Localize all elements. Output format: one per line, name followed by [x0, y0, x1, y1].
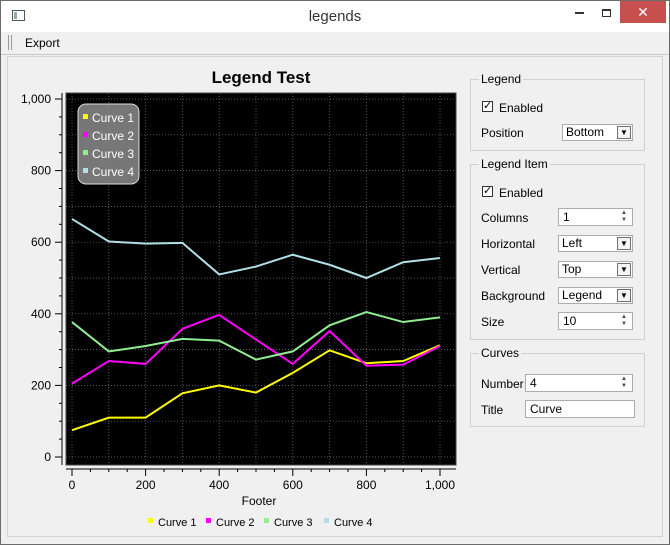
y-tick-label: 0 — [44, 450, 51, 464]
background-select[interactable]: Legend ▼ — [558, 287, 633, 304]
title-label: Title — [481, 403, 504, 417]
columns-label: Columns — [481, 211, 529, 225]
spin-up-icon[interactable]: ▲ — [617, 376, 631, 383]
inner-legend-swatch — [83, 168, 88, 173]
outer-legend-label: Curve 3 — [274, 517, 313, 529]
size-label: Size — [481, 315, 505, 329]
curve-title-input[interactable]: Curve — [525, 400, 635, 418]
x-axis-label: Footer — [242, 494, 277, 508]
plot-area: Legend Test 0 200 400 600 800 1,000 0 200 400 600 8… — [8, 57, 462, 537]
inner-legend-label: Curve 4 — [92, 165, 134, 179]
x-tick-label: 800 — [356, 478, 376, 492]
inner-legend-swatch — [83, 114, 88, 119]
y-tick-label: 200 — [31, 378, 51, 392]
maximize-button[interactable] — [593, 1, 619, 23]
number-label: Number — [481, 377, 524, 391]
y-tick-label: 600 — [31, 235, 51, 249]
spin-up-icon[interactable]: ▲ — [617, 314, 631, 321]
legend-group-title: Legend — [479, 72, 524, 86]
inner-legend-swatch — [83, 132, 88, 137]
size-spinbox[interactable]: 10 ▲ ▼ — [558, 312, 633, 330]
number-value: 4 — [530, 376, 537, 390]
background-value: Legend — [562, 288, 603, 302]
legend-group: Legend ✓ Enabled Position Bottom ▼ — [470, 72, 645, 151]
legend-position-value: Bottom — [566, 125, 605, 139]
legend-position-label: Position — [481, 126, 524, 140]
curves-group: Curves Number 4 ▲ ▼ Title Curve — [470, 346, 645, 427]
size-value: 10 — [563, 314, 577, 328]
background-label: Background — [481, 289, 546, 303]
curve-title-value: Curve — [530, 402, 563, 416]
chevron-down-icon: ▼ — [617, 237, 631, 250]
columns-value: 1 — [563, 210, 570, 224]
legend-enabled-label: Enabled — [499, 101, 544, 115]
horizontal-select[interactable]: Left ▼ — [558, 235, 633, 252]
toolbar: Export — [1, 32, 669, 55]
title-bar: legends ✕ — [1, 1, 669, 32]
x-tick-label: 0 — [69, 478, 76, 492]
legend-item-group: Legend Item ✓ Enabled Columns 1 ▲ ▼ Hori… — [470, 157, 645, 340]
y-tick-label: 800 — [31, 164, 51, 178]
outer-legend-swatch — [206, 518, 211, 523]
y-tick-label: 1,000 — [21, 92, 51, 106]
x-tick-label: 600 — [283, 478, 303, 492]
main-window: legends ✕ Export Legend Test 0 200 400 600 80… — [0, 0, 670, 545]
horizontal-value: Left — [562, 236, 583, 250]
outer-legend-label: Curve 4 — [334, 517, 373, 529]
legend-item-group-title: Legend Item — [479, 157, 550, 171]
close-button[interactable]: ✕ — [620, 1, 666, 23]
vertical-select[interactable]: Top ▼ — [558, 261, 633, 278]
spin-down-icon[interactable]: ▼ — [617, 383, 631, 390]
legend-enabled-checkbox[interactable]: ✓ — [482, 101, 493, 112]
vertical-label: Vertical — [481, 263, 521, 277]
outer-legend-swatch — [264, 518, 269, 523]
legend-position-select[interactable]: Bottom ▼ — [562, 124, 633, 141]
chevron-down-icon: ▼ — [617, 126, 631, 139]
spin-down-icon[interactable]: ▼ — [617, 321, 631, 328]
y-tick-label: 400 — [31, 307, 51, 321]
columns-spinbox[interactable]: 1 ▲ ▼ — [558, 208, 633, 226]
vertical-value: Top — [562, 262, 582, 276]
x-tick-label: 400 — [209, 478, 229, 492]
x-tick-label: 200 — [136, 478, 156, 492]
outer-legend-swatch — [148, 518, 153, 523]
minimize-icon — [574, 11, 584, 14]
outer-legend-label: Curve 1 — [158, 517, 197, 529]
outer-legend-label: Curve 2 — [216, 517, 255, 529]
spin-up-icon[interactable]: ▲ — [617, 210, 631, 217]
outer-legend-swatch — [324, 518, 329, 523]
maximize-icon — [601, 8, 611, 17]
central-widget: Legend Test 0 200 400 600 800 1,000 0 200 400 600 8… — [7, 56, 663, 537]
chevron-down-icon: ▼ — [617, 289, 631, 302]
legend-test-chart: Legend Test 0 200 400 600 800 1,000 0 200 400 600 8… — [21, 68, 457, 529]
inner-legend-swatch — [83, 150, 88, 155]
number-spinbox[interactable]: 4 ▲ ▼ — [525, 374, 633, 392]
minimize-button[interactable] — [566, 1, 592, 23]
export-button[interactable]: Export — [21, 35, 64, 51]
horizontal-label: Horizontal — [481, 237, 536, 251]
toolbar-grip-icon[interactable] — [8, 35, 12, 50]
inner-legend-label: Curve 3 — [92, 147, 134, 161]
curves-group-title: Curves — [479, 346, 522, 360]
chevron-down-icon: ▼ — [617, 263, 631, 276]
legend-item-enabled-label: Enabled — [499, 186, 544, 200]
legend-item-enabled-checkbox[interactable]: ✓ — [482, 186, 493, 197]
inner-legend-label: Curve 1 — [92, 111, 134, 125]
inner-legend-label: Curve 2 — [92, 129, 134, 143]
x-tick-label: 1,000 — [425, 478, 455, 492]
close-icon: ✕ — [637, 4, 649, 20]
spin-down-icon[interactable]: ▼ — [617, 217, 631, 224]
chart-title: Legend Test — [212, 68, 311, 87]
